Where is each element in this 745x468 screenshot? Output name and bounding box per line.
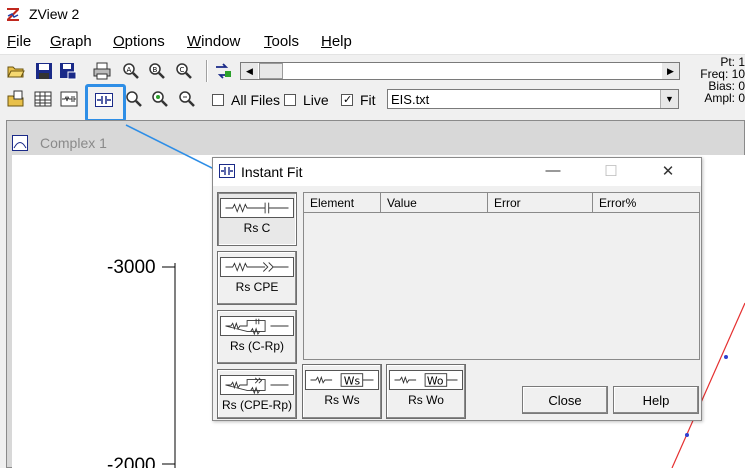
help-button[interactable]: Help <box>613 386 699 414</box>
rs-cpe-circuit-icon <box>220 257 294 277</box>
column-header-error[interactable]: Error <box>488 193 593 213</box>
close-icon[interactable]: ✕ <box>648 162 688 182</box>
close-button[interactable]: Close <box>522 386 608 414</box>
circuit-label: Rs Wo <box>408 393 444 407</box>
minimize-icon[interactable]: — <box>533 162 573 182</box>
circuit-label: Rs (C-Rp) <box>230 339 284 353</box>
circuit-button-rs-cpe-rp[interactable]: Rs (CPE-Rp) <box>217 369 297 419</box>
circuit-label: Rs CPE <box>235 280 279 294</box>
rs-ws-circuit-icon: Ws <box>305 370 379 390</box>
instant-fit-icon <box>219 164 235 178</box>
rs-c-circuit-icon <box>220 198 294 218</box>
circuit-button-rs-cpe[interactable]: Rs CPE <box>217 251 297 305</box>
wo-element-text: Wo <box>427 375 444 388</box>
rs-wo-circuit-icon: Wo <box>389 370 463 390</box>
circuit-button-rs-c-rp[interactable]: Rs (C-Rp) <box>217 310 297 364</box>
maximize-icon[interactable]: ☐ <box>591 162 631 182</box>
column-header-element[interactable]: Element <box>304 193 381 213</box>
dialog-title: Instant Fit <box>241 164 303 180</box>
circuit-label: Rs Ws <box>324 393 360 407</box>
ws-element-text: Ws <box>344 375 361 388</box>
column-header-error-percent[interactable]: Error% <box>593 193 699 213</box>
rs-c-rp-circuit-icon <box>220 316 294 336</box>
rs-cpe-rp-circuit-icon <box>220 375 294 395</box>
circuit-label: Rs C <box>243 221 271 235</box>
circuit-button-rs-ws[interactable]: Ws Rs Ws <box>302 364 382 419</box>
fit-results-table[interactable]: Element Value Error Error% <box>303 192 700 360</box>
circuit-label: Rs (CPE-Rp) <box>221 398 292 412</box>
instant-fit-dialog: Instant Fit — ☐ ✕ Rs C Rs CPE Rs (C-Rp) … <box>212 157 702 421</box>
circuit-button-rs-c[interactable]: Rs C <box>217 192 297 246</box>
circuit-button-rs-wo[interactable]: Wo Rs Wo <box>386 364 466 419</box>
column-header-value[interactable]: Value <box>381 193 488 213</box>
